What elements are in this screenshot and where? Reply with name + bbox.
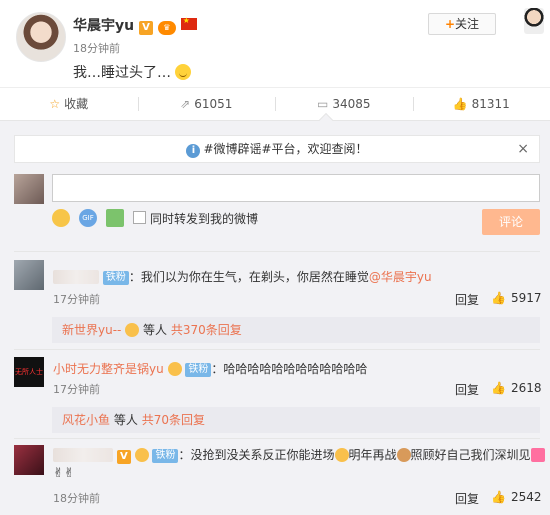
comment-avatar[interactable]: 无所人士 (14, 357, 44, 387)
sub-reply-bar[interactable]: 风花小鱼 等人 共70条回复 (52, 407, 540, 433)
sub-reply-middle: 等人 (143, 323, 168, 337)
like-count: 81311 (471, 97, 510, 111)
comment-like-button[interactable]: 👍 2542 (491, 490, 542, 504)
like-button[interactable]: 👍 81311 (412, 88, 550, 119)
comment-time: 17分钟前 (53, 383, 100, 396)
my-avatar (14, 174, 44, 204)
comment-input[interactable] (52, 174, 540, 202)
thumbs-up-icon: 👍 (491, 381, 506, 395)
comment-divider (14, 349, 540, 350)
repost-count: 61051 (194, 97, 233, 111)
grin-emoji-icon (334, 448, 349, 462)
comment-avatar[interactable] (14, 445, 44, 475)
action-bar: ☆ 收藏 ⇗ 61051 ▭ 34085 👍 81311 (0, 87, 550, 119)
sub-reply-user[interactable]: 新世界yu-- (62, 323, 121, 337)
repost-button[interactable]: ⇗ 61051 (137, 88, 276, 119)
thumbs-up-icon: 👍 (491, 291, 506, 305)
comment-username[interactable]: 小时无力整齐是锅yu (53, 362, 164, 376)
star-icon: ☆ (49, 97, 61, 111)
comment-avatar[interactable] (14, 260, 44, 290)
verified-badge-icon: V (138, 21, 153, 35)
sad-emoji-icon (396, 448, 411, 462)
repost-checkbox[interactable] (133, 211, 146, 224)
reply-button[interactable]: 回复 (455, 490, 479, 507)
post-text-content: 我…睡过头了… (73, 65, 171, 81)
follow-button[interactable]: +关注 (428, 13, 496, 35)
heart-emoji-icon (530, 448, 545, 462)
iron-fan-badge: 铁粉 (102, 271, 129, 285)
comment-time: 18分钟前 (53, 492, 100, 505)
comment-button[interactable]: ▭ 34085 (275, 88, 413, 119)
repost-checkbox-label[interactable]: 同时转发到我的微博 (150, 210, 258, 227)
favorite-label: 收藏 (64, 97, 89, 111)
follow-label: 关注 (455, 17, 480, 31)
info-icon: i (186, 144, 201, 158)
blurred-username[interactable]: . (53, 270, 99, 284)
comment-text: 明年再战 (348, 448, 397, 462)
victory-hands-icon: ✌✌ (53, 466, 75, 481)
comment-like-count: 2542 (510, 490, 542, 504)
comment-line: . 铁粉：我们以为你在生气，在剃头，你居然在睡觉@华晨宇yu (53, 268, 432, 285)
comment-like-count: 2618 (510, 381, 542, 395)
favorite-button[interactable]: ☆ 收藏 (0, 88, 138, 119)
vip-badge-icon: ♛ (157, 21, 176, 35)
emoji-icon[interactable] (52, 209, 70, 227)
comment-time: 17分钟前 (53, 293, 100, 306)
comment-line: 小时无力整齐是锅yu 铁粉 ：哈哈哈哈哈哈哈哈哈哈哈哈 (53, 360, 367, 377)
vip-crown-icon (134, 448, 149, 462)
comment-like-button[interactable]: 👍 2618 (491, 381, 542, 395)
signature-decoration (498, 4, 544, 38)
comment-like-button[interactable]: 👍 5917 (491, 291, 542, 305)
author-avatar[interactable] (16, 12, 66, 62)
sub-reply-count[interactable]: 共370条回复 (171, 323, 242, 337)
notice-text[interactable]: #微博辟谣#平台，欢迎查阅！ (203, 142, 367, 156)
rumor-notice-bar[interactable]: i #微博辟谣#平台，欢迎查阅！ × (14, 135, 540, 163)
blurred-username[interactable]: . (53, 448, 113, 462)
sub-reply-user[interactable]: 风花小鱼 (62, 413, 110, 427)
verified-badge-icon: V (116, 450, 131, 464)
reply-button[interactable]: 回复 (455, 291, 479, 308)
comment-like-count: 5917 (510, 291, 542, 305)
thumbs-up-icon: 👍 (452, 97, 468, 111)
china-flag-icon (180, 16, 197, 30)
reply-button[interactable]: 回复 (455, 381, 479, 398)
comment-line: . V 铁粉：没抢到没关系反正你能进场明年再战照顾好自己我们深圳见 (53, 446, 545, 464)
mention-link[interactable]: @华晨宇yu (369, 270, 432, 284)
thumbs-up-icon: 👍 (491, 490, 506, 504)
comment-text: 照顾好自己我们深圳见 (410, 448, 531, 462)
comment-text: ：没抢到没关系反正你能进场 (178, 448, 335, 462)
submit-comment-button[interactable]: 评论 (482, 209, 540, 235)
author-name[interactable]: 华晨宇yu (73, 18, 134, 34)
comment-divider (14, 251, 540, 252)
comment-divider (14, 438, 540, 439)
author-line: 华晨宇yu V ♛ (73, 15, 197, 35)
repost-icon: ⇗ (180, 97, 191, 111)
sweat-face-emoji-icon (175, 64, 192, 80)
sub-reply-middle: 等人 (113, 413, 138, 427)
vip-crown-icon (167, 362, 182, 376)
sub-reply-count[interactable]: 共70条回复 (142, 413, 205, 427)
iron-fan-badge: 铁粉 (185, 363, 212, 377)
post-time[interactable]: 18分钟前 (73, 40, 120, 56)
close-icon[interactable]: × (517, 136, 529, 162)
iron-fan-badge: 铁粉 (152, 449, 179, 463)
vip-crown-icon (125, 323, 140, 337)
signature-face-icon (524, 8, 544, 34)
post-text: 我…睡过头了… (73, 62, 192, 82)
gif-icon[interactable]: GIF (79, 209, 97, 227)
plus-icon: + (444, 17, 456, 31)
comment-text: ：我们以为你在生气，在剃头，你居然在睡觉 (128, 270, 369, 284)
sub-reply-bar[interactable]: 新世界yu-- 等人 共370条回复 (52, 317, 540, 343)
comment-icon: ▭ (316, 97, 329, 111)
image-icon[interactable] (106, 209, 124, 227)
comment-count: 34085 (332, 97, 371, 111)
comment-text: ：哈哈哈哈哈哈哈哈哈哈哈哈 (211, 362, 368, 376)
